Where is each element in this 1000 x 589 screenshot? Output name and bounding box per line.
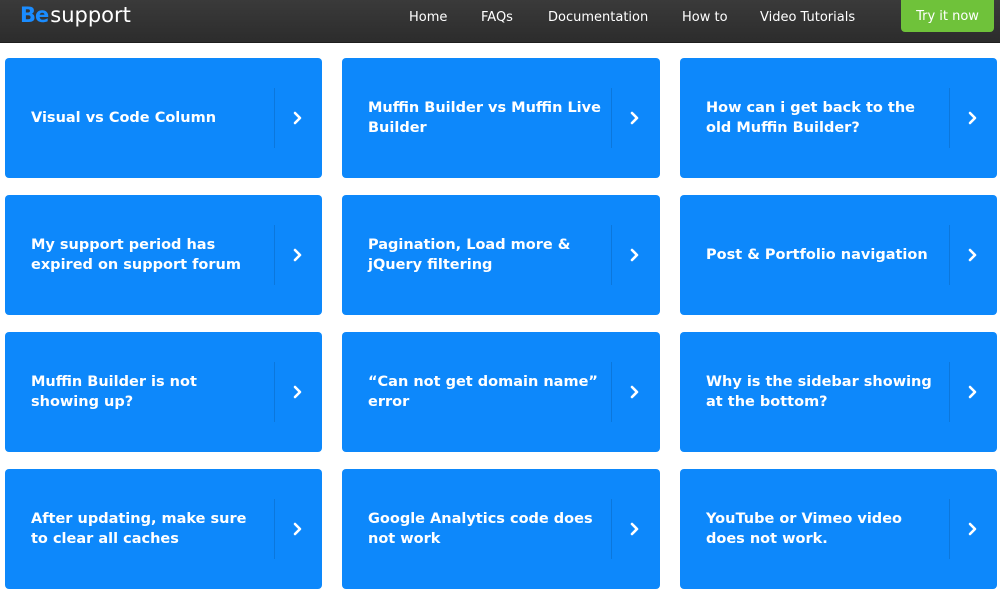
card-divider xyxy=(274,88,275,148)
nav-link-faqs[interactable]: FAQs xyxy=(481,0,513,34)
nav-link-documentation[interactable]: Documentation xyxy=(548,0,648,34)
faq-card[interactable]: “Can not get domain name” error xyxy=(342,332,660,452)
faq-card-title: Muffin Builder vs Muffin Live Builder xyxy=(368,100,601,136)
logo-be-text: Be xyxy=(20,3,49,27)
card-divider xyxy=(611,499,612,559)
faq-card[interactable]: Muffin Builder vs Muffin Live Builder xyxy=(342,58,660,178)
card-divider xyxy=(949,499,950,559)
chevron-right-icon xyxy=(290,385,304,399)
card-divider xyxy=(274,499,275,559)
faq-card[interactable]: Post & Portfolio navigation xyxy=(680,195,997,315)
faq-card[interactable]: Visual vs Code Column xyxy=(5,58,322,178)
try-it-now-button[interactable]: Try it now xyxy=(901,0,994,32)
faq-card-title: After updating, make sure to clear all c… xyxy=(31,511,247,547)
faq-card-title: My support period has expired on support… xyxy=(31,237,241,273)
card-divider xyxy=(274,225,275,285)
faq-card[interactable]: Muffin Builder is not showing up? xyxy=(5,332,322,452)
faq-card[interactable]: After updating, make sure to clear all c… xyxy=(5,469,322,589)
chevron-right-icon xyxy=(627,111,641,125)
nav-link-how-to[interactable]: How to xyxy=(682,0,728,34)
faq-card-title: “Can not get domain name” error xyxy=(368,374,598,410)
chevron-right-icon xyxy=(965,111,979,125)
nav-link-home[interactable]: Home xyxy=(409,0,447,34)
chevron-right-icon xyxy=(965,522,979,536)
besupport-logo[interactable]: Be support xyxy=(20,3,131,33)
faq-card-title: YouTube or Vimeo video does not work. xyxy=(706,511,902,547)
faq-card[interactable]: How can i get back to the old Muffin Bui… xyxy=(680,58,997,178)
top-navigation-bar: Be support Home FAQs Documentation How t… xyxy=(0,0,1000,43)
chevron-right-icon xyxy=(627,522,641,536)
faq-card[interactable]: Why is the sidebar showing at the bottom… xyxy=(680,332,997,452)
chevron-right-icon xyxy=(965,385,979,399)
chevron-right-icon xyxy=(627,385,641,399)
faq-card-title: Why is the sidebar showing at the bottom… xyxy=(706,374,932,410)
faq-card[interactable]: Google Analytics code does not work xyxy=(342,469,660,589)
card-divider xyxy=(611,362,612,422)
chevron-right-icon xyxy=(627,248,641,262)
faq-card-title: Muffin Builder is not showing up? xyxy=(31,374,197,410)
chevron-right-icon xyxy=(965,248,979,262)
faq-card[interactable]: YouTube or Vimeo video does not work. xyxy=(680,469,997,589)
logo-support-text: support xyxy=(50,3,131,27)
faq-card-title: Visual vs Code Column xyxy=(31,110,217,126)
card-divider xyxy=(949,225,950,285)
card-divider xyxy=(949,88,950,148)
faq-card[interactable]: My support period has expired on support… xyxy=(5,195,322,315)
card-divider xyxy=(949,362,950,422)
nav-link-video-tutorials[interactable]: Video Tutorials xyxy=(760,0,855,34)
faq-card-title: How can i get back to the old Muffin Bui… xyxy=(706,100,915,136)
chevron-right-icon xyxy=(290,248,304,262)
chevron-right-icon xyxy=(290,522,304,536)
faq-card-title: Google Analytics code does not work xyxy=(368,511,593,547)
card-divider xyxy=(611,88,612,148)
faq-card-title: Pagination, Load more & jQuery filtering xyxy=(368,237,571,273)
chevron-right-icon xyxy=(290,111,304,125)
card-divider xyxy=(611,225,612,285)
faq-card-title: Post & Portfolio navigation xyxy=(706,247,928,263)
faq-card[interactable]: Pagination, Load more & jQuery filtering xyxy=(342,195,660,315)
card-divider xyxy=(274,362,275,422)
